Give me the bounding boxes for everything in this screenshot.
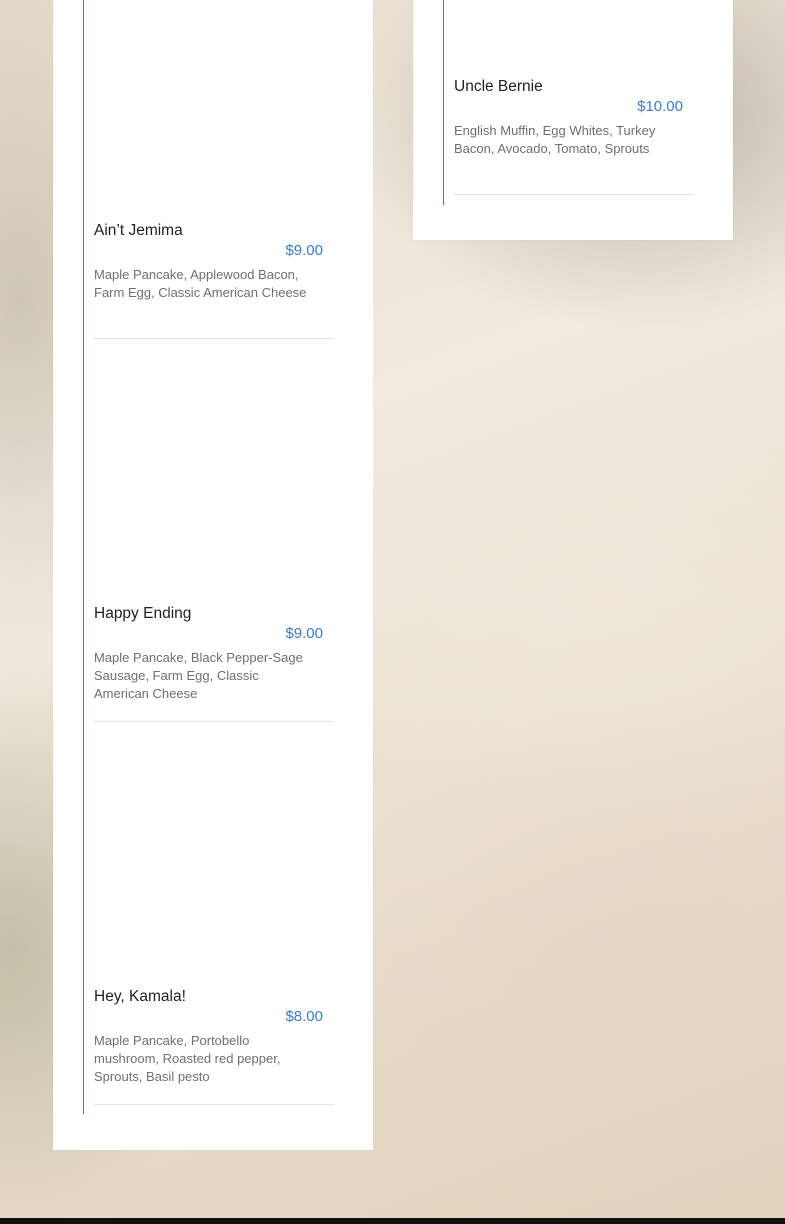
menu-item-name: Ain’t Jemima [94,222,183,239]
menu-item-description: Maple Pancake, Portobello mushroom, Roas… [94,1033,281,1084]
menu-item-divider [94,721,334,722]
menu-item-divider [454,194,694,195]
menu-item-price: $8.00 [285,1008,323,1025]
menu-item-divider [94,338,334,339]
menu-accent-rail [443,0,444,205]
menu-item-divider [94,1104,334,1105]
menu-accent-rail [83,0,84,1114]
menu-card-left: Ain’t Jemima $9.00 Maple Pancake, Applew… [53,0,373,1150]
menu-card-right: Uncle Bernie $10.00 English Muffin, Egg … [413,0,733,240]
menu-item-name: Uncle Bernie [454,78,543,95]
page-bottom-bar [0,1218,785,1224]
menu-item-price: $10.00 [637,98,683,115]
menu-item-description: Maple Pancake, Black Pepper-Sage Sausage… [94,650,303,701]
menu-item-price: $9.00 [285,625,323,642]
menu-item-description: Maple Pancake, Applewood Bacon, Farm Egg… [94,267,307,300]
menu-item-price: $9.00 [285,242,323,259]
menu-item-name: Happy Ending [94,605,192,622]
menu-item-name: Hey, Kamala! [94,988,186,1005]
menu-item-description: English Muffin, Egg Whites, Turkey Bacon… [454,123,656,156]
